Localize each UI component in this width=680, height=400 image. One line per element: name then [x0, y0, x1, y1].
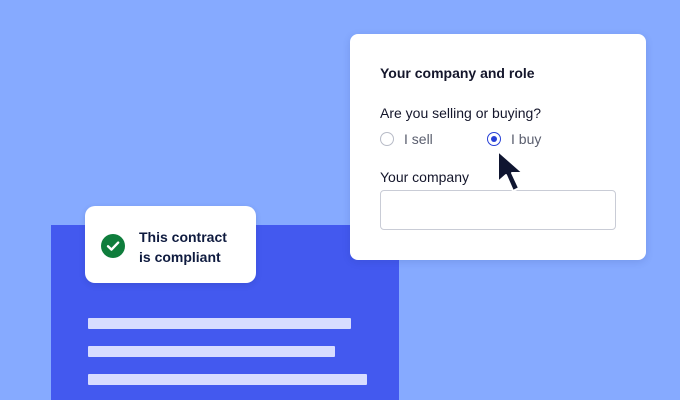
radio-button-sell[interactable]: [380, 132, 394, 146]
radio-button-buy[interactable]: [487, 132, 501, 146]
company-role-form: Your company and role Are you selling or…: [350, 34, 646, 260]
radio-label-buy: I buy: [511, 131, 542, 147]
radio-label-sell: I sell: [404, 131, 433, 147]
radio-option-sell[interactable]: I sell: [380, 130, 433, 148]
compliance-message: This contract is compliant: [139, 227, 249, 267]
compliance-message-line: This contract: [139, 229, 227, 245]
form-title: Your company and role: [380, 65, 535, 81]
compliance-badge: This contract is compliant: [85, 206, 256, 283]
compliance-message-line: is compliant: [139, 249, 221, 265]
check-circle-icon: [101, 234, 125, 258]
document-text-line: [88, 374, 367, 385]
radio-option-buy[interactable]: I buy: [487, 130, 541, 148]
document-text-line: [88, 318, 351, 329]
company-field-label: Your company: [380, 169, 469, 185]
document-text-line: [88, 346, 335, 357]
selling-buying-question: Are you selling or buying?: [380, 105, 542, 121]
company-input[interactable]: [380, 190, 616, 230]
